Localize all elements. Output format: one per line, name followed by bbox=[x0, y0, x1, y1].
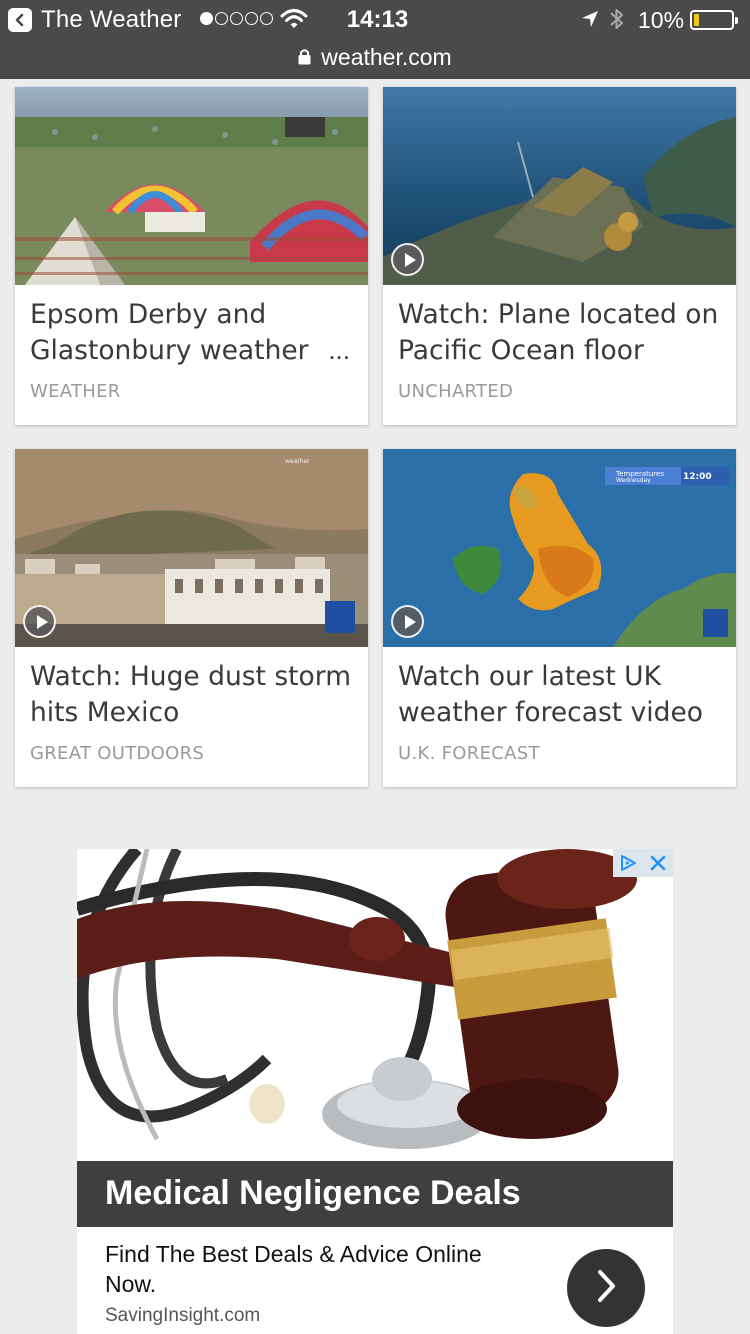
chevron-right-icon bbox=[593, 1268, 619, 1309]
adchoices-icon[interactable] bbox=[613, 849, 643, 877]
status-bar: The Weather 14:13 10% bbox=[0, 0, 750, 40]
address-bar[interactable]: weather.com bbox=[0, 40, 750, 74]
video-thumbnail[interactable]: weather bbox=[15, 449, 368, 647]
video-thumbnail[interactable] bbox=[383, 87, 736, 285]
article-card-uk-forecast[interactable]: Temperatures Wednesday 12:00 Watch our l… bbox=[383, 449, 736, 787]
svg-text:weather: weather bbox=[285, 458, 310, 465]
article-card-mexico-dust-storm[interactable]: weather Watch: Huge dust storm hits Mexi… bbox=[15, 449, 368, 787]
ad-description[interactable]: Find The Best Deals & Advice Online Now. bbox=[105, 1239, 535, 1299]
browser-top-bar: The Weather 14:13 10% weather.com bbox=[0, 0, 750, 79]
article-card-epsom-glastonbury[interactable]: Epsom Derby and Glastonbury weather ... … bbox=[15, 87, 368, 425]
article-category: U.K. FORECAST bbox=[398, 743, 540, 764]
video-thumbnail[interactable]: Temperatures Wednesday 12:00 bbox=[383, 449, 736, 647]
svg-text:12:00: 12:00 bbox=[683, 472, 712, 482]
article-card-pacific-plane[interactable]: Watch: Plane located on Pacific Ocean fl… bbox=[383, 87, 736, 425]
article-category: WEATHER bbox=[30, 381, 121, 402]
battery-percent: 10% bbox=[638, 7, 685, 33]
ad-image[interactable] bbox=[77, 849, 673, 1161]
url-domain: weather.com bbox=[321, 43, 452, 70]
ad-headline[interactable]: Medical Negligence Deals bbox=[77, 1161, 673, 1227]
play-icon[interactable] bbox=[391, 243, 424, 276]
ad-domain[interactable]: SavingInsight.com bbox=[105, 1305, 260, 1327]
title-ellipsis: ... bbox=[318, 335, 350, 366]
play-icon[interactable] bbox=[23, 605, 56, 638]
location-arrow-icon bbox=[580, 9, 600, 34]
ad-open-button[interactable] bbox=[567, 1249, 645, 1327]
svg-text:Wednesday: Wednesday bbox=[616, 477, 651, 484]
article-thumbnail[interactable] bbox=[15, 87, 368, 285]
bluetooth-icon bbox=[608, 6, 626, 37]
advertisement[interactable]: Medical Negligence Deals Find The Best D… bbox=[77, 849, 673, 1334]
article-title[interactable]: Watch our latest UK weather forecast vid… bbox=[398, 659, 723, 731]
article-title[interactable]: Watch: Huge dust storm hits Mexico bbox=[30, 659, 355, 731]
article-category: GREAT OUTDOORS bbox=[30, 743, 205, 764]
article-category: UNCHARTED bbox=[398, 381, 514, 402]
close-ad-icon[interactable] bbox=[643, 849, 673, 877]
lock-icon bbox=[298, 44, 311, 71]
article-title[interactable]: Watch: Plane located on Pacific Ocean fl… bbox=[398, 297, 723, 369]
play-icon[interactable] bbox=[391, 605, 424, 638]
ad-choices[interactable] bbox=[613, 849, 673, 877]
battery-icon bbox=[690, 10, 738, 30]
article-title[interactable]: Epsom Derby and Glastonbury weather bbox=[30, 297, 355, 369]
